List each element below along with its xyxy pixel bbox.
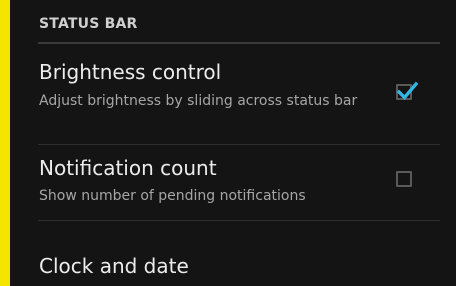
pref-brightness-control[interactable]: Brightness control Adjust brightness by … [10, 44, 456, 144]
section-header: STATUS BAR [10, 0, 440, 44]
settings-screen: STATUS BAR Brightness control Adjust bri… [10, 0, 456, 286]
pref-title: Clock and date [39, 254, 189, 278]
pref-notification-count[interactable]: Notification count Show number of pendin… [10, 145, 456, 220]
pref-summary: Show number of pending notifications [39, 188, 306, 204]
pref-summary: Adjust brightness by sliding across stat… [39, 93, 358, 109]
pref-title: Brightness control [39, 60, 222, 84]
pref-title: Notification count [39, 156, 217, 180]
brightness-checkbox[interactable] [396, 81, 418, 101]
section-title: STATUS BAR [39, 16, 138, 32]
pref-clock-and-date[interactable]: Clock and date [10, 221, 456, 286]
check-icon [396, 81, 418, 101]
notification-count-checkbox[interactable] [396, 171, 412, 187]
